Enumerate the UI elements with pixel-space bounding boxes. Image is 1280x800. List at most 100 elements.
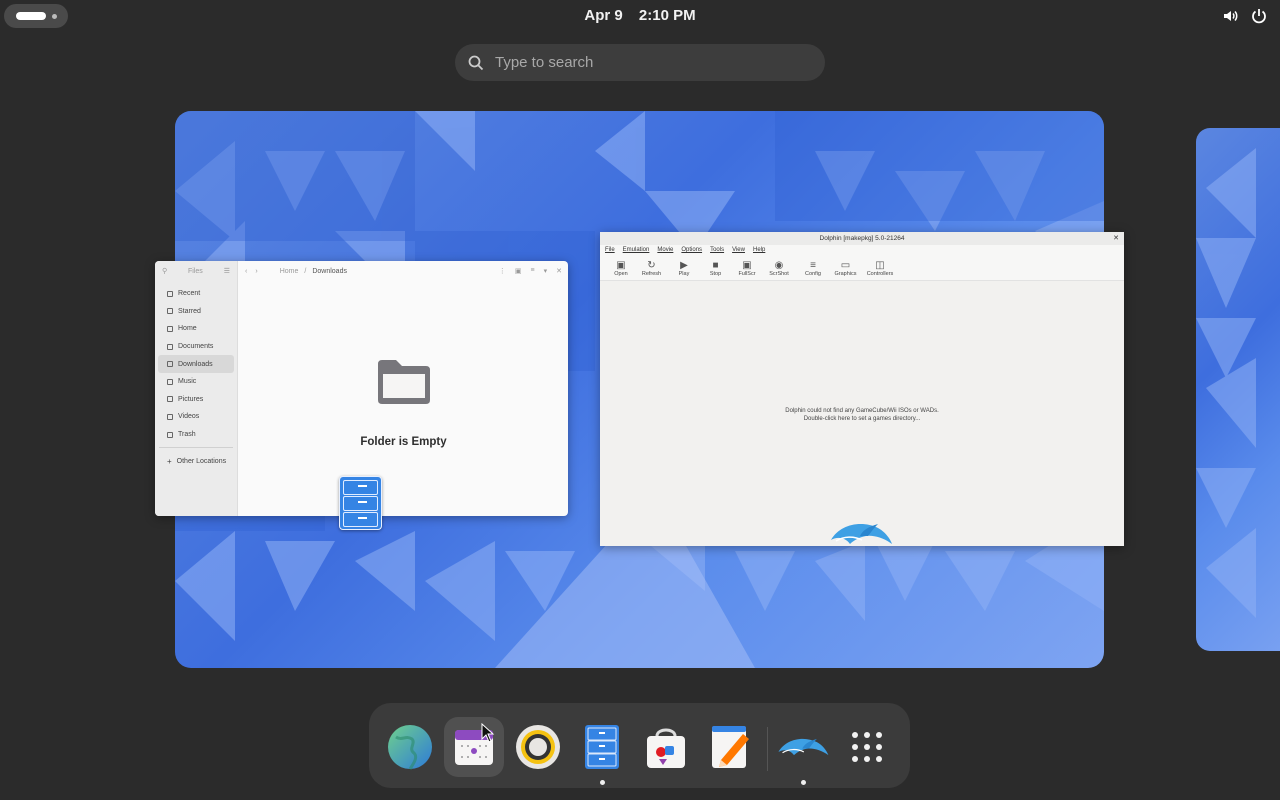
- files-launcher[interactable]: [572, 717, 632, 785]
- file-cabinet-icon: [585, 725, 619, 769]
- folder-icon: [377, 360, 430, 404]
- view-list-icon[interactable]: ≡: [531, 267, 535, 275]
- sidebar-title: Files: [188, 267, 203, 275]
- refresh-icon: ↻: [647, 259, 656, 271]
- clock-time: 2:10 PM: [638, 7, 696, 24]
- menu-bar: File Emulation Movie Options Tools View …: [600, 245, 1124, 255]
- refresh-button[interactable]: ↻ Refresh: [636, 255, 667, 281]
- video-icon: [167, 413, 173, 420]
- breadcrumb-downloads[interactable]: Downloads: [312, 268, 347, 275]
- star-icon: [167, 308, 173, 315]
- plus-icon: +: [167, 456, 172, 466]
- toolbar: ▣ Open ↻ Refresh ▶ Play ■ Stop ▣ FullScr ◉ Scr…: [600, 255, 1124, 281]
- sidebar-item-label: Recent: [178, 290, 201, 298]
- mouse-pointer-icon: [481, 723, 495, 743]
- dash-dock: [369, 703, 910, 788]
- breadcrumb: Home / Downloads: [279, 267, 347, 275]
- workspace-thumbnail-next[interactable]: [1196, 128, 1280, 651]
- show-apps-button[interactable]: [837, 717, 897, 777]
- sidebar-item-pictures[interactable]: Pictures: [158, 391, 234, 409]
- menu-tools[interactable]: Tools: [710, 247, 724, 253]
- text-editor-launcher[interactable]: [700, 717, 760, 777]
- pencil-note-icon: [712, 726, 749, 768]
- calendar-launcher[interactable]: [444, 717, 504, 777]
- files-sidebar: ⚲ Files ☰ Recent Starred Home Documents …: [155, 261, 238, 516]
- running-indicator: [599, 780, 605, 785]
- top-bar: Apr 9 2:10 PM: [0, 0, 1280, 32]
- menu-options[interactable]: Options: [681, 247, 702, 253]
- software-launcher[interactable]: [636, 717, 696, 777]
- clock[interactable]: Apr 9 2:10 PM: [0, 7, 1280, 24]
- hamburger-menu-icon[interactable]: ☰: [224, 267, 230, 275]
- sidebar-item-trash[interactable]: Trash: [158, 426, 234, 444]
- stop-icon: ■: [712, 259, 719, 271]
- sidebar-item-recent[interactable]: Recent: [158, 285, 234, 303]
- menu-emulation[interactable]: Emulation: [623, 247, 650, 253]
- dolphin-window[interactable]: Dolphin [makepkg] 5.0-21264 ✕ File Emula…: [600, 232, 1124, 546]
- sidebar-item-videos[interactable]: Videos: [158, 408, 234, 426]
- game-list-message[interactable]: Dolphin could not find any GameCube/Wii …: [600, 407, 1124, 423]
- search-input[interactable]: [495, 54, 795, 71]
- rhythmbox-launcher[interactable]: [508, 717, 568, 777]
- breadcrumb-home[interactable]: Home: [280, 268, 299, 275]
- dolphin-logo-icon: [831, 524, 892, 544]
- camera-icon: ▣: [616, 259, 626, 271]
- close-icon[interactable]: ✕: [556, 267, 562, 275]
- empty-message: Folder is Empty: [360, 436, 447, 448]
- fullscreen-icon: ▣: [742, 259, 752, 271]
- close-icon[interactable]: ✕: [1113, 232, 1119, 245]
- picture-icon: [167, 396, 173, 403]
- sidebar-item-home[interactable]: Home: [158, 320, 234, 338]
- menu-view[interactable]: View: [732, 247, 745, 253]
- sidebar-item-documents[interactable]: Documents: [158, 338, 234, 356]
- dock-separator: [767, 727, 768, 771]
- music-icon: [167, 378, 173, 385]
- fullscreen-button[interactable]: ▣ FullScr: [730, 255, 764, 281]
- message-line-2: Double-click here to set a games directo…: [803, 416, 921, 422]
- sidebar-item-label: Home: [178, 325, 197, 333]
- menu-file[interactable]: File: [605, 247, 615, 253]
- sidebar-item-label: Other Locations: [176, 457, 227, 465]
- more-options-icon[interactable]: ⋮: [499, 267, 506, 275]
- forward-arrow-icon[interactable]: ›: [255, 268, 257, 275]
- screenshot-button[interactable]: ◉ ScrShot: [764, 255, 794, 281]
- power-icon[interactable]: [1250, 7, 1268, 25]
- monitor-icon: ▭: [840, 259, 851, 271]
- window-titlebar[interactable]: Dolphin [makepkg] 5.0-21264 ✕: [600, 232, 1124, 245]
- sidebar-item-other-locations[interactable]: + Other Locations: [158, 452, 234, 470]
- sidebar-item-downloads[interactable]: Downloads: [158, 355, 234, 373]
- gamepad-icon: ◫: [875, 259, 885, 271]
- stop-button[interactable]: ■ Stop: [701, 255, 730, 281]
- sidebar-item-label: Starred: [178, 307, 201, 315]
- sidebar-item-label: Pictures: [178, 395, 204, 403]
- clock-date: Apr 9: [584, 7, 623, 24]
- config-button[interactable]: ≡ Config: [794, 255, 832, 281]
- menu-help[interactable]: Help: [753, 247, 765, 253]
- sliders-icon: ≡: [810, 259, 816, 271]
- dolphin-emulator-launcher[interactable]: [773, 717, 833, 785]
- download-icon: [167, 361, 173, 368]
- sidebar-item-music[interactable]: Music: [158, 373, 234, 391]
- running-indicator: [800, 780, 806, 785]
- window-title: Dolphin [makepkg] 5.0-21264: [819, 235, 905, 242]
- files-header-bar: ‹ › Home / Downloads ⋮ ▣ ≡ ▾ ✕: [239, 261, 568, 281]
- sidebar-item-starred[interactable]: Starred: [158, 303, 234, 321]
- search-box[interactable]: [455, 44, 825, 81]
- dolphin-icon: [778, 738, 829, 756]
- system-tray[interactable]: [1222, 6, 1268, 26]
- search-icon: [468, 55, 484, 70]
- new-folder-icon[interactable]: ▣: [515, 267, 522, 275]
- menu-movie[interactable]: Movie: [657, 247, 673, 253]
- view-dropdown-icon[interactable]: ▾: [544, 267, 548, 275]
- volume-icon[interactable]: [1222, 7, 1240, 25]
- open-button[interactable]: ▣ Open: [606, 255, 636, 281]
- search-icon[interactable]: ⚲: [162, 267, 167, 275]
- sidebar-item-label: Documents: [178, 343, 214, 351]
- trash-icon: [167, 431, 173, 438]
- graphics-button[interactable]: ▭ Graphics: [832, 255, 859, 281]
- play-button[interactable]: ▶ Play: [667, 255, 701, 281]
- files-app-icon: [339, 476, 382, 530]
- controllers-button[interactable]: ◫ Controllers: [859, 255, 901, 281]
- web-browser-launcher[interactable]: [380, 717, 440, 777]
- back-arrow-icon[interactable]: ‹: [245, 268, 247, 275]
